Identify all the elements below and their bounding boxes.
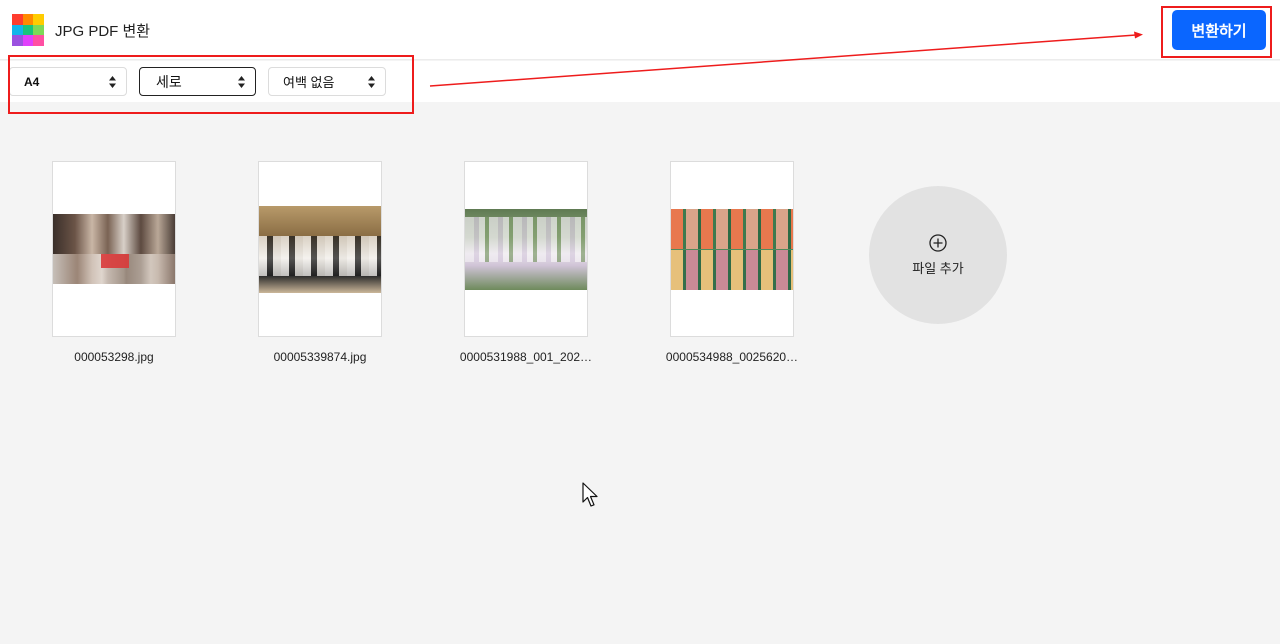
file-card[interactable] bbox=[464, 161, 588, 337]
file-name: 0000531988_001_202… bbox=[459, 350, 593, 364]
margin-select[interactable]: 여백 없음 bbox=[268, 67, 386, 96]
options-toolbar: A4 세로 여백 없음 bbox=[0, 61, 1280, 102]
convert-button[interactable]: 변환하기 bbox=[1172, 10, 1266, 50]
orientation-select[interactable]: 세로 bbox=[139, 67, 256, 96]
page-size-select[interactable]: A4 bbox=[9, 67, 127, 96]
sort-arrows-icon bbox=[368, 76, 375, 88]
file-name: 000053298.jpg bbox=[74, 350, 154, 364]
photo-thumbnail bbox=[259, 205, 381, 293]
add-file-label: 파일 추가 bbox=[912, 260, 964, 276]
circle-plus-icon bbox=[929, 233, 947, 252]
file-card[interactable] bbox=[258, 161, 382, 337]
file-name: 00005339874.jpg bbox=[273, 350, 367, 364]
file-card[interactable] bbox=[52, 161, 176, 337]
orientation-value: 세로 bbox=[156, 73, 182, 90]
photo-thumbnail bbox=[671, 208, 793, 290]
app-title: JPG PDF 변환 bbox=[55, 23, 151, 40]
app-logo-icon bbox=[12, 14, 44, 46]
photo-thumbnail bbox=[53, 214, 175, 284]
sort-arrows-icon bbox=[109, 76, 116, 88]
page-size-value: A4 bbox=[24, 74, 40, 89]
add-file-button[interactable]: 파일 추가 bbox=[869, 186, 1007, 324]
sort-arrows-icon bbox=[238, 76, 245, 88]
margin-value: 여백 없음 bbox=[283, 75, 335, 90]
file-name: 0000534988_0025620… bbox=[665, 350, 799, 364]
app-header: JPG PDF 변환 변환하기 bbox=[0, 0, 1280, 60]
file-card[interactable] bbox=[670, 161, 794, 337]
photo-thumbnail bbox=[465, 208, 587, 290]
mouse-cursor-icon bbox=[582, 482, 598, 507]
